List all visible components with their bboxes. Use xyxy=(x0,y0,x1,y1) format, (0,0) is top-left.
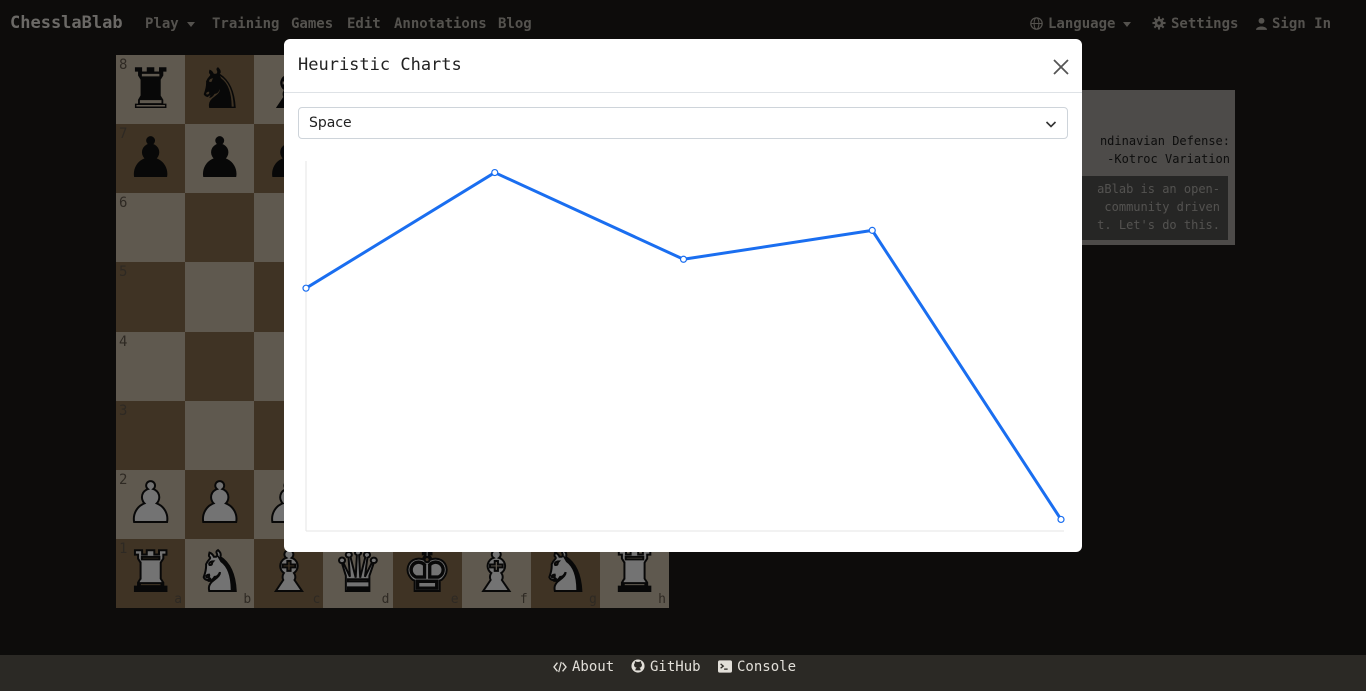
heuristic-select[interactable]: Space xyxy=(298,107,1068,139)
footer: About GitHub Console xyxy=(0,655,1366,691)
data-point[interactable] xyxy=(491,168,499,177)
data-point[interactable] xyxy=(868,226,876,234)
modal-title: Heuristic Charts xyxy=(298,55,462,75)
code-icon xyxy=(553,661,567,673)
close-icon xyxy=(1053,59,1069,75)
github-link[interactable]: GitHub xyxy=(631,659,701,675)
data-point[interactable] xyxy=(1057,515,1065,524)
heuristic-charts-modal: Heuristic Charts Space xyxy=(284,39,1082,552)
data-point[interactable] xyxy=(679,255,688,263)
chevron-down-icon xyxy=(1045,121,1057,128)
terminal-icon xyxy=(718,660,732,673)
series-line xyxy=(305,171,1063,521)
close-button[interactable] xyxy=(1050,56,1072,78)
modal-divider xyxy=(284,92,1082,93)
github-icon xyxy=(631,659,645,673)
about-link[interactable]: About xyxy=(553,659,614,675)
console-link[interactable]: Console xyxy=(718,659,796,675)
heuristic-select-value: Space xyxy=(309,115,352,131)
data-point[interactable] xyxy=(302,284,310,292)
heuristic-line-chart xyxy=(302,161,1065,532)
